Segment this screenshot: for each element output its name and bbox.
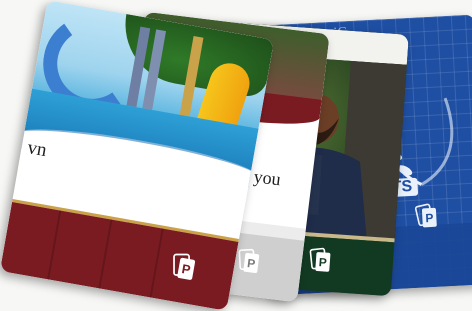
card-paper-text: you (252, 166, 282, 190)
footer-divider (149, 228, 164, 298)
p-cards-icon: P (173, 253, 196, 280)
p-letter: P (425, 211, 434, 225)
p-letter: P (318, 255, 327, 270)
footer-divider (47, 210, 62, 280)
p-cards-icon: P (309, 247, 331, 272)
p-cards-icon: P (414, 203, 437, 228)
p-cards-icon: P (238, 248, 260, 274)
card-pool[interactable]: vn P (0, 0, 275, 311)
card-pool-text: vn (25, 137, 49, 162)
p-letter: P (246, 256, 256, 271)
footer-divider (98, 219, 113, 289)
